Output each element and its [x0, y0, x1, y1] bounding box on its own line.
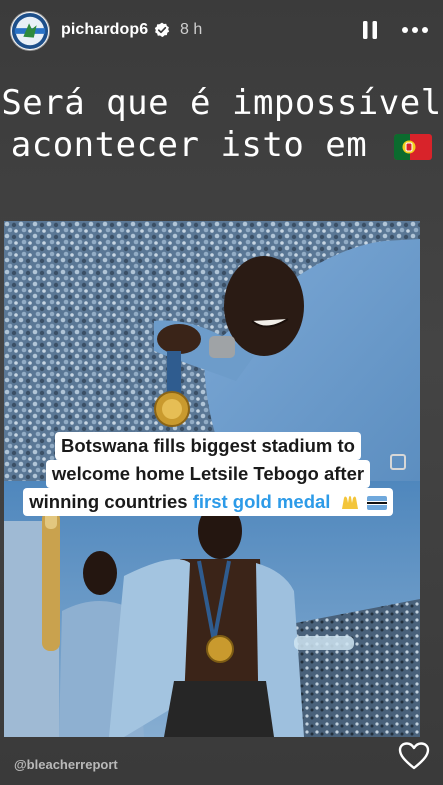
- celebration-photo: [4, 481, 420, 737]
- headline-line-2: welcome home Letsile Tebogo after: [45, 460, 371, 488]
- username[interactable]: pichardop6: [61, 21, 148, 39]
- headline-line-1: Botswana fills biggest stadium to: [55, 432, 361, 460]
- caption-line-1: Será que é impossível: [1, 83, 442, 123]
- caption-line-2: acontecer isto em: [0, 124, 443, 166]
- headline-line-3: winning countries first gold medal: [23, 488, 393, 516]
- headline-accent-text: first gold medal: [192, 491, 331, 512]
- more-dots-icon[interactable]: [400, 20, 430, 40]
- post-time: 8 h: [180, 21, 203, 38]
- profile-avatar-icon[interactable]: [10, 11, 50, 51]
- verified-badge-icon: [154, 22, 170, 37]
- raised-hands-icon: [341, 496, 358, 509]
- portugal-flag-icon: [394, 133, 433, 160]
- story-header: pichardop6 8 h: [0, 0, 443, 64]
- caption-line-2-text: acontecer isto em: [10, 125, 368, 165]
- post-headline: Botswana fills biggest stadium to welcom…: [18, 432, 398, 516]
- story-caption: Será que é impossível acontecer isto em: [0, 82, 443, 166]
- headline-line-3-text: winning countries: [29, 491, 193, 512]
- heart-icon[interactable]: [398, 741, 430, 771]
- image-credit: @bleacherreport: [14, 757, 118, 772]
- botswana-flag-icon: [366, 496, 387, 510]
- pause-icon[interactable]: [361, 20, 379, 40]
